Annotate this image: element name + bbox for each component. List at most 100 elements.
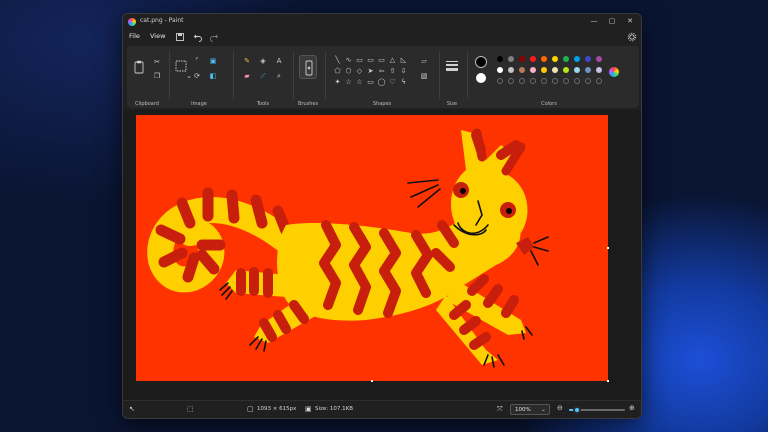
secondary-color[interactable] xyxy=(476,73,486,83)
file-size: Size: 107.1KB xyxy=(315,406,354,412)
menu-view[interactable]: View xyxy=(150,32,165,40)
color-swatch[interactable] xyxy=(519,56,525,62)
crop-icon[interactable]: ⌜ xyxy=(193,57,201,65)
redo-icon[interactable] xyxy=(209,32,219,42)
color-swatch[interactable] xyxy=(585,67,591,73)
color-swatch[interactable] xyxy=(574,56,580,62)
shape-tool[interactable]: ⬠ xyxy=(333,67,342,75)
shape-tool[interactable]: ◺ xyxy=(399,56,408,64)
select-icon[interactable] xyxy=(175,60,187,72)
resize-handle-right[interactable] xyxy=(607,247,609,249)
shape-tool[interactable]: ▭ xyxy=(366,56,375,64)
color-swatch[interactable] xyxy=(530,67,536,73)
close-button[interactable]: ✕ xyxy=(625,16,635,26)
shape-tool[interactable]: ▭ xyxy=(377,56,386,64)
shape-tool[interactable]: ╲ xyxy=(333,56,342,64)
settings-icon[interactable] xyxy=(627,32,637,42)
color-swatch[interactable] xyxy=(563,56,569,62)
minimize-button[interactable]: — xyxy=(589,16,599,26)
image-select-dropdown-icon[interactable]: ⌄ xyxy=(185,72,193,80)
shape-fill-icon[interactable]: ▧ xyxy=(419,72,429,80)
shape-tool[interactable]: ♡ xyxy=(388,78,397,86)
shape-tool[interactable]: ∿ xyxy=(344,56,353,64)
shape-tool[interactable]: ⇧ xyxy=(388,67,397,75)
primary-color[interactable] xyxy=(475,56,487,68)
group-label-image: Image xyxy=(191,101,207,107)
color-swatch[interactable] xyxy=(508,56,514,62)
custom-color-slot[interactable] xyxy=(585,78,591,84)
paste-icon[interactable] xyxy=(134,60,144,74)
fit-to-window-icon[interactable]: ⤧ xyxy=(497,405,503,414)
custom-color-slot[interactable] xyxy=(508,78,514,84)
maximize-button[interactable]: ▢ xyxy=(607,16,617,26)
magnifier-icon[interactable]: ⌕ xyxy=(275,72,283,80)
undo-icon[interactable] xyxy=(193,32,203,42)
resize-handle-bottom[interactable] xyxy=(371,380,373,382)
cut-icon[interactable]: ✂ xyxy=(153,58,161,66)
custom-color-slot[interactable] xyxy=(574,78,580,84)
color-swatch[interactable] xyxy=(552,67,558,73)
color-swatch[interactable] xyxy=(563,67,569,73)
flip-icon[interactable]: ◧ xyxy=(209,72,217,80)
text-icon[interactable]: A xyxy=(275,57,283,65)
shape-tool[interactable]: ▭ xyxy=(355,56,364,64)
size-icon[interactable] xyxy=(445,60,459,72)
custom-color-slot[interactable] xyxy=(519,78,525,84)
ribbon-toolbar: ✂ ❐ Clipboard ⌜ ▣ ⟳ ◧ ⌄ Image ✎ ◈ A ▰ ⟋ … xyxy=(127,46,639,108)
color-swatch[interactable] xyxy=(596,56,602,62)
shape-tool[interactable]: ϟ xyxy=(399,78,408,86)
color-swatch[interactable] xyxy=(519,67,525,73)
save-icon[interactable] xyxy=(175,32,185,42)
drawing-canvas[interactable] xyxy=(136,115,608,381)
shape-tool[interactable]: ⇦ xyxy=(377,67,386,75)
fill-icon[interactable]: ◈ xyxy=(259,57,267,65)
custom-color-slot[interactable] xyxy=(530,78,536,84)
color-swatch[interactable] xyxy=(574,67,580,73)
shape-tool[interactable]: ➤ xyxy=(366,67,375,75)
zoom-out-icon[interactable]: ⊖ xyxy=(557,404,563,412)
color-swatch[interactable] xyxy=(508,67,514,73)
pencil-icon[interactable]: ✎ xyxy=(243,57,251,65)
color-swatch[interactable] xyxy=(596,67,602,73)
resize-handle-corner[interactable] xyxy=(607,380,609,382)
zoom-in-icon[interactable]: ⊕ xyxy=(629,404,635,412)
cat-illustration xyxy=(147,128,549,368)
shape-tool[interactable]: ☆ xyxy=(355,78,364,86)
brushes-button[interactable] xyxy=(299,55,317,79)
custom-color-slot[interactable] xyxy=(596,78,602,84)
zoom-value: 100% xyxy=(515,407,531,413)
shape-outline-icon[interactable]: ▱ xyxy=(419,57,429,65)
color-swatch[interactable] xyxy=(497,67,503,73)
color-picker-icon[interactable]: ⟋ xyxy=(259,72,267,80)
color-swatch[interactable] xyxy=(552,56,558,62)
zoom-dropdown[interactable]: 100% ⌄ xyxy=(510,404,550,415)
color-swatch[interactable] xyxy=(585,56,591,62)
color-swatch[interactable] xyxy=(541,67,547,73)
title-bar[interactable]: cat.png - Paint — ▢ ✕ xyxy=(123,14,641,30)
rotate-icon[interactable]: ⟳ xyxy=(193,72,201,80)
shape-tool[interactable]: ◇ xyxy=(355,67,364,75)
custom-color-slot[interactable] xyxy=(541,78,547,84)
edit-colors-icon[interactable] xyxy=(609,67,619,77)
copy-icon[interactable]: ❐ xyxy=(153,72,161,80)
zoom-slider-thumb[interactable] xyxy=(573,406,582,414)
shape-tool[interactable]: ✦ xyxy=(333,78,342,86)
color-swatch[interactable] xyxy=(541,56,547,62)
color-swatch[interactable] xyxy=(530,56,536,62)
custom-color-slot[interactable] xyxy=(552,78,558,84)
image-dimensions: 1093 × 615px xyxy=(257,406,297,412)
shape-tool[interactable]: ⬡ xyxy=(344,67,353,75)
shape-tool[interactable]: △ xyxy=(388,56,397,64)
shape-tool[interactable]: ◯ xyxy=(377,78,386,86)
menu-file[interactable]: File xyxy=(129,32,140,40)
color-swatch[interactable] xyxy=(497,56,503,62)
eraser-icon[interactable]: ▰ xyxy=(243,72,251,80)
custom-color-slot[interactable] xyxy=(497,78,503,84)
shape-tool[interactable]: ⇩ xyxy=(399,67,408,75)
shape-tool[interactable]: ☆ xyxy=(344,78,353,86)
custom-color-slot[interactable] xyxy=(563,78,569,84)
shape-tool[interactable]: ▭ xyxy=(366,78,375,86)
zoom-slider[interactable] xyxy=(569,406,625,414)
resize-icon[interactable]: ▣ xyxy=(209,57,217,65)
file-size-icon: ▣ xyxy=(305,405,312,413)
